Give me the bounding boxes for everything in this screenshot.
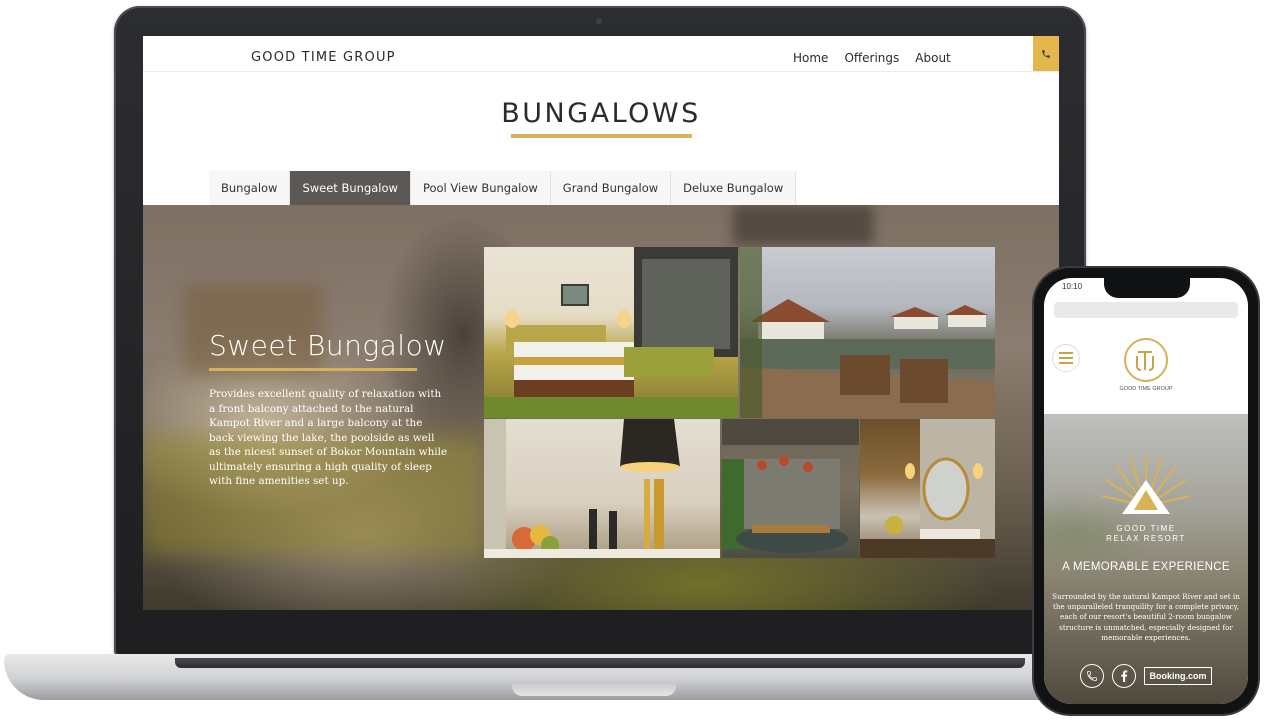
booking-link[interactable]: Booking.com	[1144, 667, 1212, 685]
facebook-button[interactable]	[1112, 664, 1137, 688]
photo-bathtub[interactable]	[722, 419, 859, 558]
mobile-tagline: A MEMORABLE EXPERIENCE	[1062, 561, 1230, 573]
bathroom-illustration	[860, 419, 995, 558]
resort-name-line1: GOOD TIME	[1116, 524, 1176, 533]
hero-section: Sweet Bungalow Provides excellent qualit…	[143, 205, 1059, 610]
phone-notch	[1104, 278, 1190, 298]
mobile-hero: GOOD TIME RELAX RESORT A MEMORABLE EXPER…	[1044, 414, 1248, 704]
gtg-monogram-icon	[1136, 351, 1154, 371]
phone-icon	[1042, 49, 1050, 58]
menu-button[interactable]	[1052, 344, 1080, 372]
nav-about[interactable]: About	[915, 51, 950, 65]
hero-background-frame	[733, 205, 873, 245]
laptop-hinge	[175, 658, 1025, 668]
tab-sweet-bungalow[interactable]: Sweet Bungalow	[290, 171, 411, 205]
tab-deluxe-bungalow[interactable]: Deluxe Bungalow	[671, 171, 797, 205]
mobile-contact-links: Booking.com	[1044, 664, 1248, 688]
laptop-trackpad-notch	[512, 682, 676, 696]
call-button[interactable]	[1033, 36, 1059, 71]
bathtub-illustration	[722, 419, 859, 553]
minibar-illustration	[484, 419, 720, 558]
mobile-header: GOOD TIME GROUP	[1044, 324, 1248, 414]
phone-icon	[1087, 671, 1098, 681]
title-underline	[511, 134, 692, 138]
mobile-description: Surrounded by the natural Kampot River a…	[1052, 592, 1240, 642]
photo-bathroom[interactable]	[860, 419, 995, 558]
hero-heading: Sweet Bungalow	[209, 329, 447, 362]
brand-logo[interactable]: GOOD TIME GROUP	[251, 50, 396, 65]
laptop-screen: GOOD TIME GROUP Home Offerings About BUN…	[143, 36, 1059, 610]
facebook-icon	[1121, 670, 1128, 682]
balcony-illustration	[740, 247, 995, 418]
brand-logo-mark[interactable]	[1124, 338, 1168, 382]
tab-grand-bungalow[interactable]: Grand Bungalow	[550, 171, 672, 205]
laptop-camera	[596, 18, 602, 24]
site-header: GOOD TIME GROUP Home Offerings About	[143, 36, 1059, 72]
resort-sunburst-logo-icon	[1101, 454, 1191, 514]
tab-pool-view-bungalow[interactable]: Pool View Bungalow	[410, 171, 551, 205]
status-time: 10:10	[1062, 282, 1083, 291]
photo-minibar[interactable]	[484, 419, 720, 558]
bungalow-tabs: Bungalow Sweet Bungalow Pool View Bungal…	[209, 171, 797, 205]
main-nav: Home Offerings About	[793, 51, 951, 65]
nav-offerings[interactable]: Offerings	[844, 51, 899, 65]
tab-bungalow[interactable]: Bungalow	[209, 171, 291, 205]
nav-home[interactable]: Home	[793, 51, 828, 65]
page-title: BUNGALOWS	[501, 98, 701, 129]
bedroom-illustration	[484, 247, 738, 418]
hamburger-icon	[1059, 352, 1073, 364]
hero-heading-underline	[209, 368, 417, 371]
mobile-call-button[interactable]	[1080, 664, 1105, 688]
resort-name-line2: RELAX RESORT	[1106, 534, 1186, 543]
mobile-logo-text: GOOD TIME GROUP	[1119, 386, 1173, 392]
resort-name: GOOD TIME RELAX RESORT	[1044, 524, 1248, 544]
phone-screen: 10:10 GOOD TIME GROUP GOOD TIME RELAX RE…	[1044, 278, 1248, 704]
photo-balcony[interactable]	[740, 247, 995, 418]
photo-bedroom[interactable]	[484, 247, 738, 418]
hero-description: Provides excellent quality of relaxation…	[209, 388, 448, 487]
phone-frame: 10:10 GOOD TIME GROUP GOOD TIME RELAX RE…	[1034, 268, 1258, 714]
url-bar[interactable]	[1054, 302, 1238, 318]
